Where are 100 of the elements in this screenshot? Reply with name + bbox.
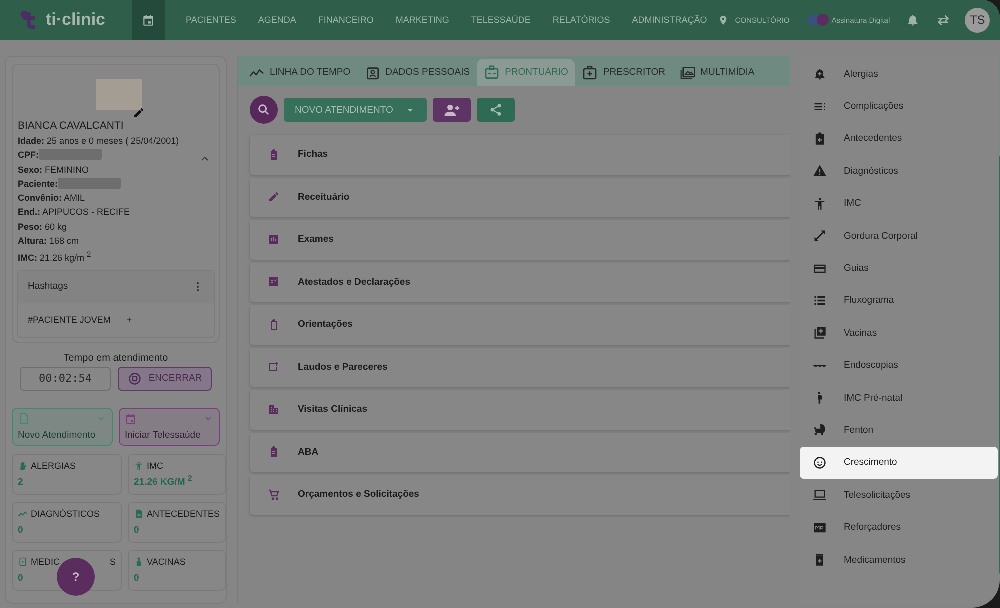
swap-arrows-icon	[936, 12, 952, 28]
nav-link[interactable]: TELESSAÚDE	[460, 15, 542, 25]
toggle-switch[interactable]	[808, 15, 828, 25]
row-title: Orçamentos e Solicitações	[298, 489, 420, 500]
menu-item[interactable]: Alergias	[800, 58, 998, 90]
patient-field: Idade: 25 anos e 0 meses ( 25/04/2001)	[18, 134, 219, 148]
nav-link[interactable]: RELATÓRIOS	[542, 15, 622, 25]
accordion-row[interactable]: Laudos e Pareceres	[250, 348, 790, 387]
search-button[interactable]	[250, 96, 278, 124]
menu-item[interactable]: Guias	[800, 252, 998, 285]
menu-item[interactable]: Antecedentes	[800, 122, 998, 156]
accordion-row[interactable]: Atestados e Declarações	[250, 262, 790, 302]
summary-card[interactable]: IMC 21.26 KG/M $^{2}$	[128, 454, 226, 495]
card-value: 0	[18, 524, 24, 536]
notification-bell-icon	[906, 13, 920, 27]
new-visit-button[interactable]: NOVO ATENDIMENTO	[284, 98, 428, 122]
stop-icon	[128, 372, 142, 386]
nav-link[interactable]: PACIENTES	[175, 15, 248, 25]
tab[interactable]: PRESCRITOR	[575, 59, 673, 86]
nav-link[interactable]: MARKETING	[384, 15, 460, 25]
edit-pencil-icon	[133, 107, 145, 119]
nav-link[interactable]: FINANCEIRO	[307, 15, 385, 25]
calendar-icon	[142, 14, 155, 26]
menu-item[interactable]: Gordura Corporal	[800, 220, 998, 252]
row-title: Atestados e Declarações	[298, 276, 410, 288]
patient-name: BIANCA CAVALCANTI	[18, 120, 125, 132]
add-hashtag-button[interactable]: +	[126, 314, 132, 325]
list-icon	[812, 294, 826, 308]
redacted-block	[58, 178, 122, 189]
patient-field: IMC: 21.26 kg/m $^{2}$	[18, 248, 219, 266]
clipboard-icon	[268, 148, 280, 161]
summary-card[interactable]: VACINAS 0	[128, 550, 226, 591]
tab[interactable]: MULTIMÍDIA	[672, 59, 762, 86]
menu-item[interactable]: IMC	[800, 188, 998, 220]
row-title: Laudos e Pareceres	[298, 362, 388, 373]
menu-item[interactable]: Medicamentos	[800, 544, 998, 576]
summary-card[interactable]: ALERGIAS 2	[12, 454, 122, 495]
person-icon	[812, 196, 826, 211]
menu-item[interactable]: Reforçadores	[800, 511, 998, 544]
share-icon	[489, 103, 504, 117]
patient-field: Peso: 60 kg	[18, 220, 219, 234]
checklist-icon	[268, 276, 280, 288]
baby-face-icon	[812, 456, 826, 470]
card-label: ANTECEDENTES	[147, 508, 220, 519]
menu-item[interactable]: Complicações	[800, 90, 998, 123]
menu-item[interactable]: Diagnósticos	[800, 155, 998, 188]
bell-plus-icon	[812, 67, 826, 82]
summary-card[interactable]: ANTECEDENTES 0	[128, 502, 226, 543]
row-title: Receituário	[298, 192, 350, 203]
patient-field: Sexo: FEMININO	[18, 162, 219, 177]
pencil-icon	[268, 191, 280, 204]
accordion-row[interactable]: Visitas Clínicas	[250, 390, 790, 430]
action-label: Novo Atendimento	[18, 430, 97, 441]
redacted-block	[39, 149, 102, 160]
summary-card[interactable]: DIAGNÓSTICOS 0	[12, 502, 122, 543]
person-icon	[134, 460, 144, 471]
accordion-row[interactable]: Orientações	[250, 305, 790, 344]
menu-item[interactable]: Endoscopias	[800, 350, 998, 382]
card-label: DIAGNÓSTICOS	[31, 508, 100, 519]
action-card[interactable]: Novo Atendimento	[12, 408, 113, 446]
menu-item[interactable]: Crescimento	[800, 446, 998, 480]
action-card[interactable]: Iniciar Telessaúde	[119, 408, 220, 446]
menu-item[interactable]: Vacinas	[800, 317, 998, 350]
card-value: 2	[18, 476, 24, 488]
menu-item[interactable]: Fluxograma	[800, 284, 998, 318]
user-avatar[interactable]: TS	[965, 8, 990, 32]
share-button[interactable]	[477, 98, 516, 122]
accordion-row[interactable]: Exames	[250, 220, 790, 260]
accordion-row[interactable]: Fichas	[250, 135, 790, 174]
row-title: Exames	[298, 234, 334, 246]
edit-note-icon	[268, 361, 280, 374]
card-value: 0	[134, 572, 140, 584]
search-icon	[257, 103, 271, 117]
calendar-button[interactable]	[132, 0, 165, 40]
nav-link[interactable]: ADMINISTRAÇÃO	[621, 15, 718, 25]
nav-link[interactable]: AGENDA	[247, 15, 308, 25]
document-icon	[18, 412, 30, 425]
tab[interactable]: DADOS PESSOAIS	[358, 59, 478, 86]
accordion-row[interactable]: Orçamentos e Solicitações	[250, 475, 790, 514]
menu-item[interactable]: IMC Pré-natal	[800, 382, 998, 414]
menu-item[interactable]: Telesolicitações	[800, 479, 998, 512]
accordion-row[interactable]: ABA	[250, 432, 790, 472]
clipboard-icon	[268, 318, 280, 331]
timer-label: Tempo em atendimento	[62, 352, 170, 364]
laptop-icon	[812, 488, 826, 502]
add-person-button[interactable]	[433, 98, 472, 122]
card-value: 0	[18, 572, 24, 584]
logo-text: ti·clinic	[46, 10, 106, 30]
card-value: 21.26 KG/M $^{2}$	[134, 474, 192, 488]
patient-field: Altura: 168 cm	[18, 234, 219, 248]
images-icon	[680, 64, 696, 80]
card-label: ALERGIAS	[31, 460, 76, 471]
location-pin-icon	[718, 14, 730, 26]
card-label: S	[110, 556, 116, 567]
stroller-icon	[812, 423, 826, 438]
tab[interactable]: LINHA DO TEMPO	[242, 59, 358, 86]
patient-field: End.: APIPUCOS - RECIFE	[18, 205, 219, 220]
menu-item[interactable]: Fenton	[800, 414, 998, 447]
accordion-row[interactable]: Receituário	[250, 178, 790, 217]
end-button[interactable]: ENCERRAR	[118, 366, 212, 391]
